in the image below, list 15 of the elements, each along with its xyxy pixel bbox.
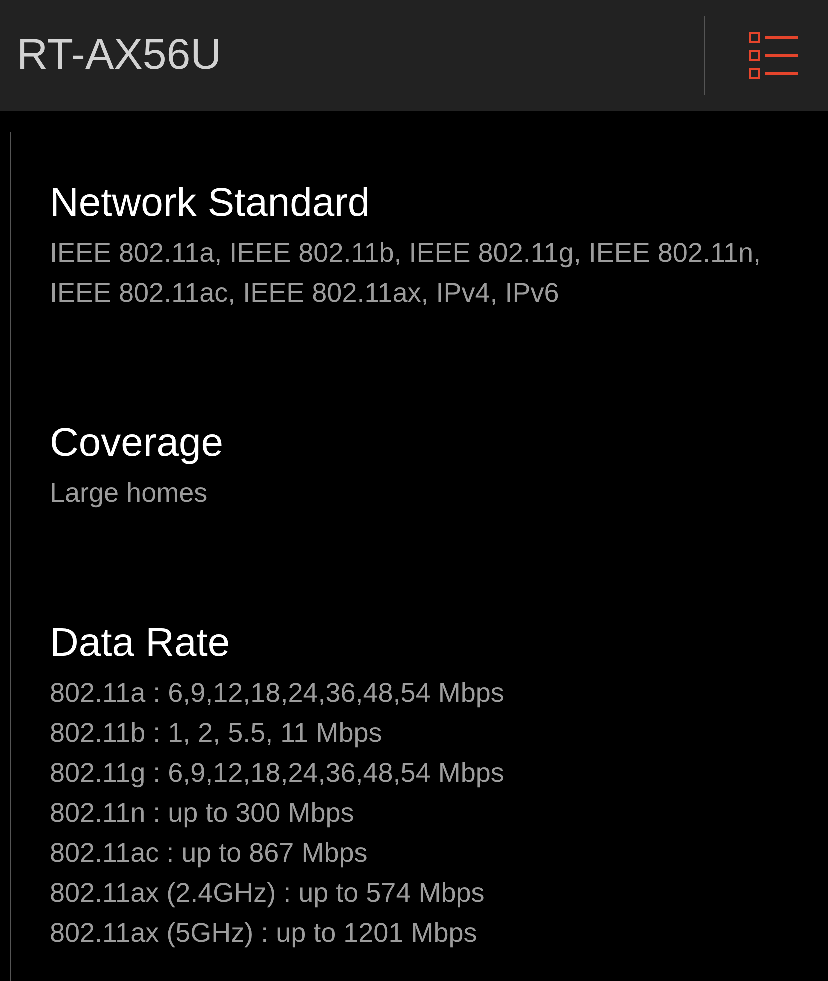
spec-text: 802.11ax (5GHz) : up to 1201 Mbps	[50, 917, 478, 950]
spec-text: 802.11ac : up to 867 Mbps	[50, 837, 369, 870]
section-heading: Network Standard	[50, 181, 372, 225]
spec-text: Large homes	[50, 477, 209, 510]
spec-text: 802.11g : 6,9,12,18,24,36,48,54 Mbps	[50, 757, 506, 790]
spec-text: IEEE 802.11a, IEEE 802.11b, IEEE 802.11g, IEEE 802.11n, IEEE 802.11ac, IEEE 802.11ax, IPv4, IPv6	[50, 237, 762, 310]
spec-text: 802.11a : 6,9,12,18,24,36,48,54 Mbps	[50, 677, 506, 710]
device-title: RT-AX56U	[16, 32, 223, 80]
section-heading: Data Rate	[50, 621, 232, 665]
menu-icon	[749, 32, 798, 79]
menu-button[interactable]	[749, 32, 798, 79]
spec-text: 802.11b : 1, 2, 5.5, 11 Mbps	[50, 717, 384, 750]
spec-text: 802.11ax (2.4GHz) : up to 574 Mbps	[50, 877, 486, 910]
section-heading: Coverage	[50, 421, 224, 465]
spec-text: 802.11n : up to 300 Mbps	[50, 797, 356, 830]
